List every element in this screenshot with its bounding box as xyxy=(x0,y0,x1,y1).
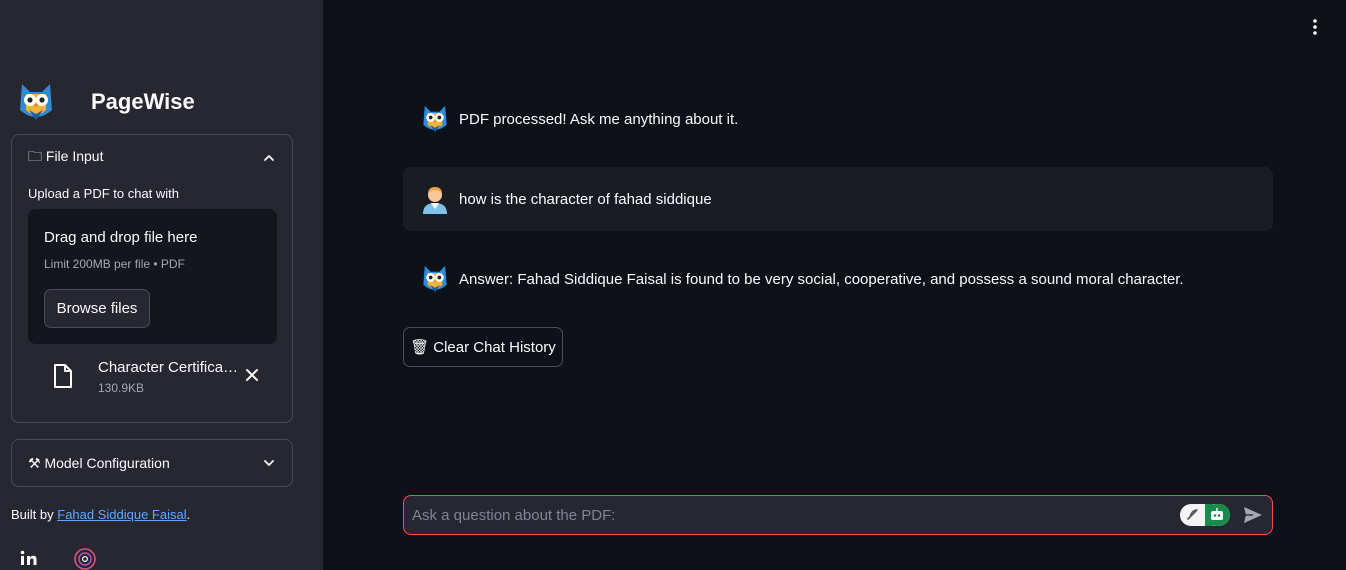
upload-label: Upload a PDF to chat with xyxy=(28,186,180,201)
built-by-prefix: Built by xyxy=(11,507,58,522)
model-config-header[interactable]: ⚒ Model Configuration xyxy=(12,440,292,486)
send-icon[interactable] xyxy=(1242,505,1264,525)
linkedin-icon[interactable] xyxy=(17,547,41,570)
chat-input-container xyxy=(403,495,1273,535)
main-menu-icon[interactable] xyxy=(1306,17,1324,37)
file-size: 130.9KB xyxy=(98,381,145,395)
clear-chat-button[interactable]: 🗑 Clear Chat History xyxy=(403,327,563,367)
file-input-label: 🗀 File Input xyxy=(28,148,104,164)
model-config-expander[interactable]: ⚒ Model Configuration xyxy=(11,439,293,487)
owl-avatar-icon xyxy=(423,105,447,133)
file-name: Character Certificate.pdf xyxy=(98,359,240,376)
dropzone-limit: Limit 200MB per file • PDF xyxy=(44,257,185,271)
owl-avatar-icon xyxy=(423,265,447,293)
file-dropzone[interactable]: Drag and drop file here Limit 200MB per … xyxy=(28,209,277,344)
message-text: PDF processed! Ask me anything about it. xyxy=(459,110,739,128)
sidebar: PageWise 🗀 File Input Upload a PDF to ch… xyxy=(0,0,323,570)
assistant-message: Answer: Fahad Siddique Faisal is found t… xyxy=(403,260,1273,298)
user-avatar-icon xyxy=(423,187,447,214)
trash-icon: 🗑 xyxy=(410,339,430,356)
message-text: Answer: Fahad Siddique Faisal is found t… xyxy=(459,270,1184,288)
file-input-expander: 🗀 File Input Upload a PDF to chat with D… xyxy=(11,134,293,423)
browse-files-button[interactable]: Browse files xyxy=(44,289,150,328)
user-message: how is the character of fahad siddique xyxy=(403,167,1273,231)
chat-input[interactable] xyxy=(404,496,1164,534)
author-link[interactable]: Fahad Siddique Faisal xyxy=(57,507,186,522)
built-by-suffix: . xyxy=(186,507,191,522)
chevron-up-icon[interactable] xyxy=(262,151,276,165)
assistant-message: PDF processed! Ask me anything about it. xyxy=(403,100,1273,138)
threads-icon[interactable] xyxy=(73,547,97,570)
owl-logo-icon xyxy=(20,84,52,120)
message-text: how is the character of fahad siddique xyxy=(459,190,712,208)
dropzone-title: Drag and drop file here xyxy=(44,229,198,246)
close-icon[interactable] xyxy=(243,366,261,384)
file-input-header[interactable]: 🗀 File Input xyxy=(12,135,292,181)
file-icon xyxy=(54,364,72,388)
extension-badge-icon[interactable] xyxy=(1180,504,1230,526)
built-by-text: Built by Fahad Siddique Faisal. xyxy=(11,507,190,522)
uploaded-file: Character Certificate.pdf 130.9KB xyxy=(50,358,270,402)
clear-chat-label: Clear Chat History xyxy=(433,338,556,356)
brand: PageWise xyxy=(16,80,195,124)
chevron-down-icon[interactable] xyxy=(262,456,276,470)
app-title: PageWise xyxy=(91,89,195,114)
model-config-label: ⚒ Model Configuration xyxy=(28,454,170,471)
